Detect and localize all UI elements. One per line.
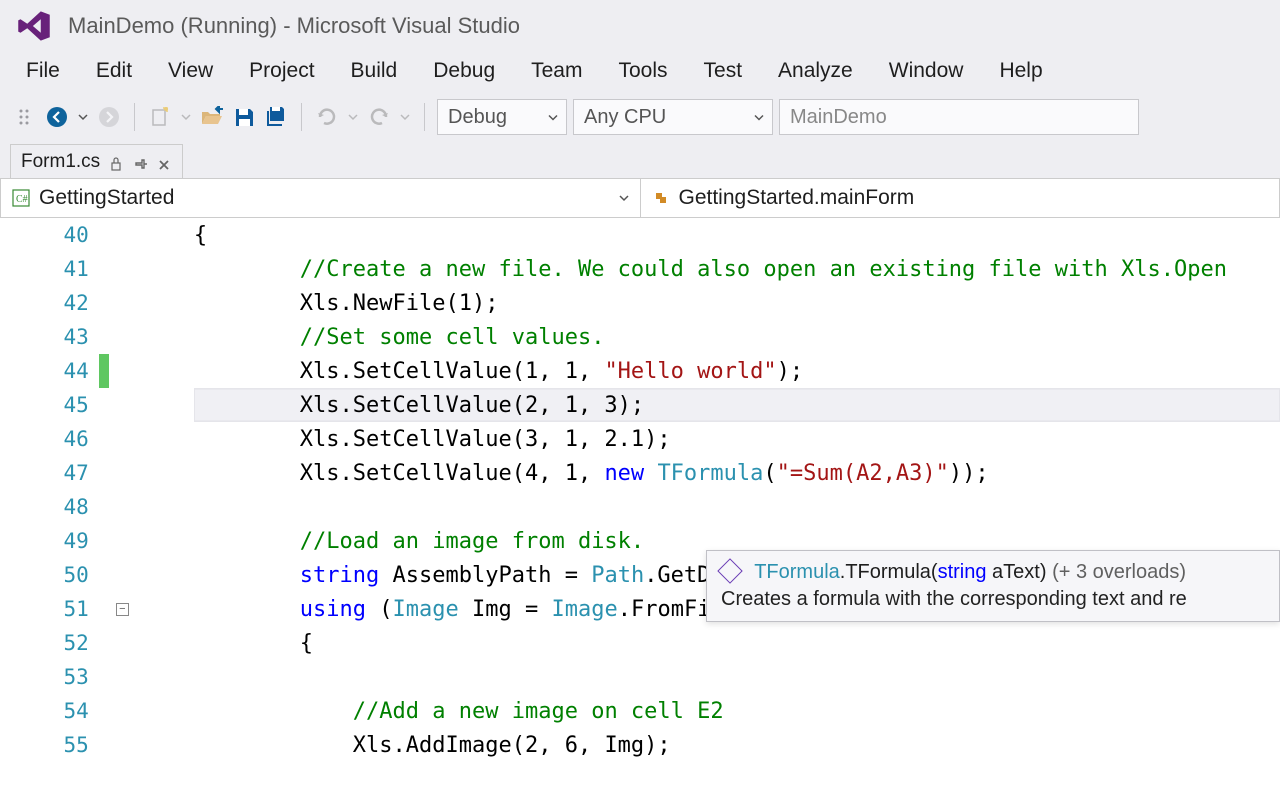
line-number: 55 bbox=[64, 733, 89, 757]
platform-value: Any CPU bbox=[584, 106, 666, 129]
close-icon[interactable] bbox=[158, 155, 172, 169]
chevron-down-icon[interactable] bbox=[346, 104, 360, 130]
line-number: 52 bbox=[64, 631, 89, 655]
lock-icon bbox=[110, 155, 124, 169]
code-nav-bar: C# GettingStarted GettingStarted.mainFor… bbox=[0, 178, 1280, 218]
chevron-down-icon bbox=[548, 106, 558, 129]
line-number: 48 bbox=[64, 495, 89, 519]
menu-project[interactable]: Project bbox=[231, 53, 332, 89]
line-number: 51 bbox=[64, 597, 89, 621]
menu-file[interactable]: File bbox=[8, 53, 78, 89]
document-tab[interactable]: Form1.cs bbox=[10, 144, 183, 178]
line-number: 42 bbox=[64, 291, 89, 315]
menu-help[interactable]: Help bbox=[981, 53, 1060, 89]
undo-button[interactable] bbox=[314, 104, 340, 130]
tab-filename: Form1.cs bbox=[21, 151, 100, 173]
save-button[interactable] bbox=[231, 104, 257, 130]
scope-dropdown[interactable]: C# GettingStarted bbox=[0, 179, 641, 217]
line-number: 49 bbox=[64, 529, 89, 553]
startup-value: MainDemo bbox=[790, 106, 887, 129]
member-dropdown[interactable]: GettingStarted.mainForm bbox=[641, 179, 1280, 217]
chevron-down-icon bbox=[618, 186, 630, 210]
tooltip-description: Creates a formula with the corresponding… bbox=[721, 588, 1265, 611]
toolbar-separator bbox=[424, 103, 425, 131]
code-editor[interactable]: 40 41 42 43 44 45 46 47 48 49 50 51 52 5… bbox=[0, 218, 1280, 800]
config-value: Debug bbox=[448, 106, 507, 129]
toolbar: Debug Any CPU MainDemo bbox=[0, 90, 1280, 144]
line-number: 47 bbox=[64, 461, 89, 485]
svg-text:C#: C# bbox=[16, 194, 28, 205]
menu-analyze[interactable]: Analyze bbox=[760, 53, 871, 89]
open-file-button[interactable] bbox=[199, 104, 225, 130]
pin-icon[interactable] bbox=[134, 155, 148, 169]
menu-edit[interactable]: Edit bbox=[78, 53, 150, 89]
platform-dropdown[interactable]: Any CPU bbox=[573, 99, 773, 135]
code-text-area[interactable]: { //Create a new file. We could also ope… bbox=[143, 218, 1280, 800]
modification-indicator bbox=[99, 354, 109, 388]
vs-logo-icon bbox=[16, 8, 52, 44]
line-number: 54 bbox=[64, 699, 89, 723]
nav-back-button[interactable] bbox=[44, 104, 70, 130]
startup-project-dropdown[interactable]: MainDemo bbox=[779, 99, 1139, 135]
document-tab-row: Form1.cs bbox=[0, 144, 1280, 178]
line-number: 44 bbox=[64, 359, 89, 383]
menu-tools[interactable]: Tools bbox=[600, 53, 685, 89]
window-title: MainDemo (Running) - Microsoft Visual St… bbox=[68, 13, 520, 39]
line-number: 46 bbox=[64, 427, 89, 451]
chevron-down-icon[interactable] bbox=[398, 104, 412, 130]
tooltip-type: TFormula bbox=[754, 561, 840, 583]
line-number: 50 bbox=[64, 563, 89, 587]
line-number-gutter: 40 41 42 43 44 45 46 47 48 49 50 51 52 5… bbox=[0, 218, 109, 800]
nav-forward-button bbox=[96, 104, 122, 130]
scope-value: GettingStarted bbox=[39, 186, 174, 210]
toolbar-separator bbox=[134, 103, 135, 131]
line-number: 41 bbox=[64, 257, 89, 281]
toolbar-separator bbox=[301, 103, 302, 131]
line-number: 53 bbox=[64, 665, 89, 689]
menu-team[interactable]: Team bbox=[513, 53, 600, 89]
menu-debug[interactable]: Debug bbox=[415, 53, 513, 89]
line-number: 40 bbox=[64, 223, 89, 247]
new-file-button[interactable] bbox=[147, 104, 173, 130]
intellisense-tooltip: TFormula.TFormula(string aText) (+ 3 ove… bbox=[706, 550, 1280, 622]
config-dropdown[interactable]: Debug bbox=[437, 99, 567, 135]
grip-icon bbox=[12, 104, 38, 130]
menubar: File Edit View Project Build Debug Team … bbox=[0, 52, 1280, 90]
menu-view[interactable]: View bbox=[150, 53, 231, 89]
method-icon bbox=[717, 558, 742, 583]
titlebar: MainDemo (Running) - Microsoft Visual St… bbox=[0, 0, 1280, 52]
current-line: Xls.SetCellValue(2, 1, 3); bbox=[194, 388, 1280, 422]
line-number: 45 bbox=[64, 393, 89, 417]
chevron-down-icon[interactable] bbox=[76, 104, 90, 130]
class-icon bbox=[651, 188, 671, 208]
redo-button[interactable] bbox=[366, 104, 392, 130]
chevron-down-icon bbox=[754, 106, 764, 129]
menu-build[interactable]: Build bbox=[333, 53, 416, 89]
csharp-file-icon: C# bbox=[11, 188, 31, 208]
outline-collapse-toggle[interactable]: − bbox=[116, 603, 129, 616]
chevron-down-icon[interactable] bbox=[179, 104, 193, 130]
line-number: 43 bbox=[64, 325, 89, 349]
member-value: GettingStarted.mainForm bbox=[679, 186, 915, 210]
menu-window[interactable]: Window bbox=[871, 53, 982, 89]
save-all-button[interactable] bbox=[263, 104, 289, 130]
menu-test[interactable]: Test bbox=[686, 53, 761, 89]
